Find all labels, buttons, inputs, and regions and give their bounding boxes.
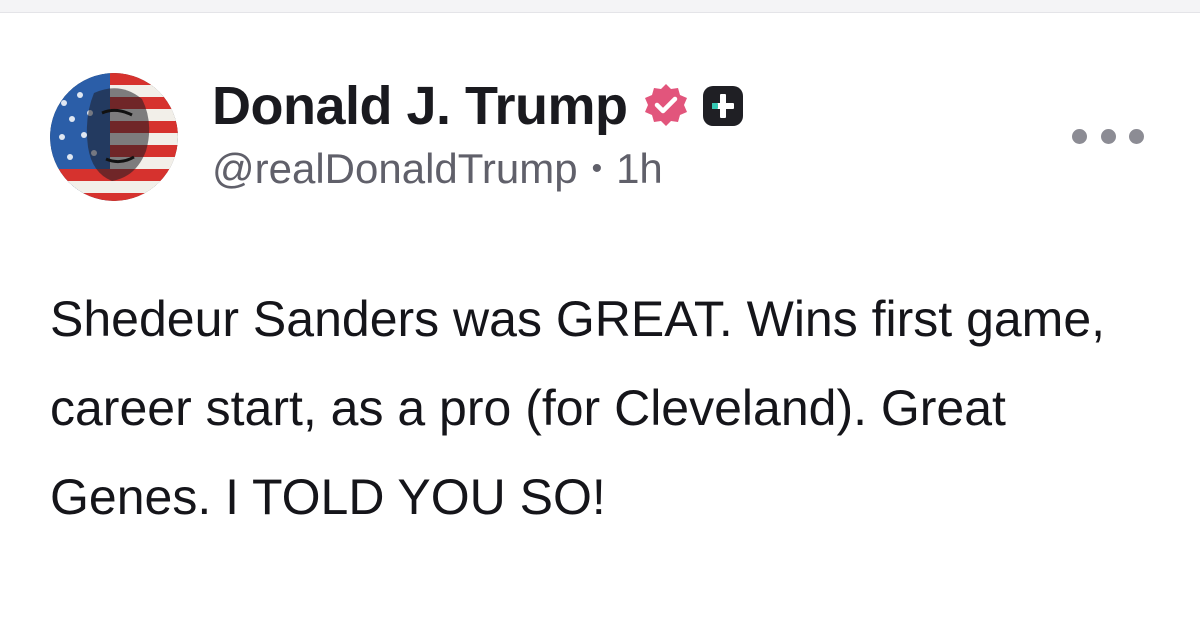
- author-display-name[interactable]: Donald J. Trump: [212, 75, 628, 137]
- meta-separator: •: [591, 152, 603, 185]
- post-timestamp[interactable]: 1h: [616, 145, 663, 193]
- avatar[interactable]: [50, 73, 178, 201]
- top-divider: [0, 0, 1200, 13]
- author-name-row: Donald J. Trump: [212, 71, 744, 141]
- author-meta-row: @realDonaldTrump • 1h: [212, 145, 744, 193]
- more-options-button[interactable]: [1072, 121, 1144, 151]
- plus-square-icon: [702, 85, 744, 127]
- post-card: Donald J. Trump @realDonaldTrump • 1h Sh…: [0, 13, 1200, 632]
- more-dot: [1100, 128, 1116, 144]
- avatar-image: [50, 73, 178, 201]
- verified-check-icon: [642, 82, 690, 130]
- post-header: Donald J. Trump @realDonaldTrump • 1h: [212, 71, 744, 193]
- more-horizontal-icon: [1072, 128, 1087, 144]
- post-body-text: Shedeur Sanders was GREAT. Wins first ga…: [50, 291, 1106, 525]
- more-dot: [1129, 128, 1144, 144]
- author-handle[interactable]: @realDonaldTrump: [212, 145, 578, 193]
